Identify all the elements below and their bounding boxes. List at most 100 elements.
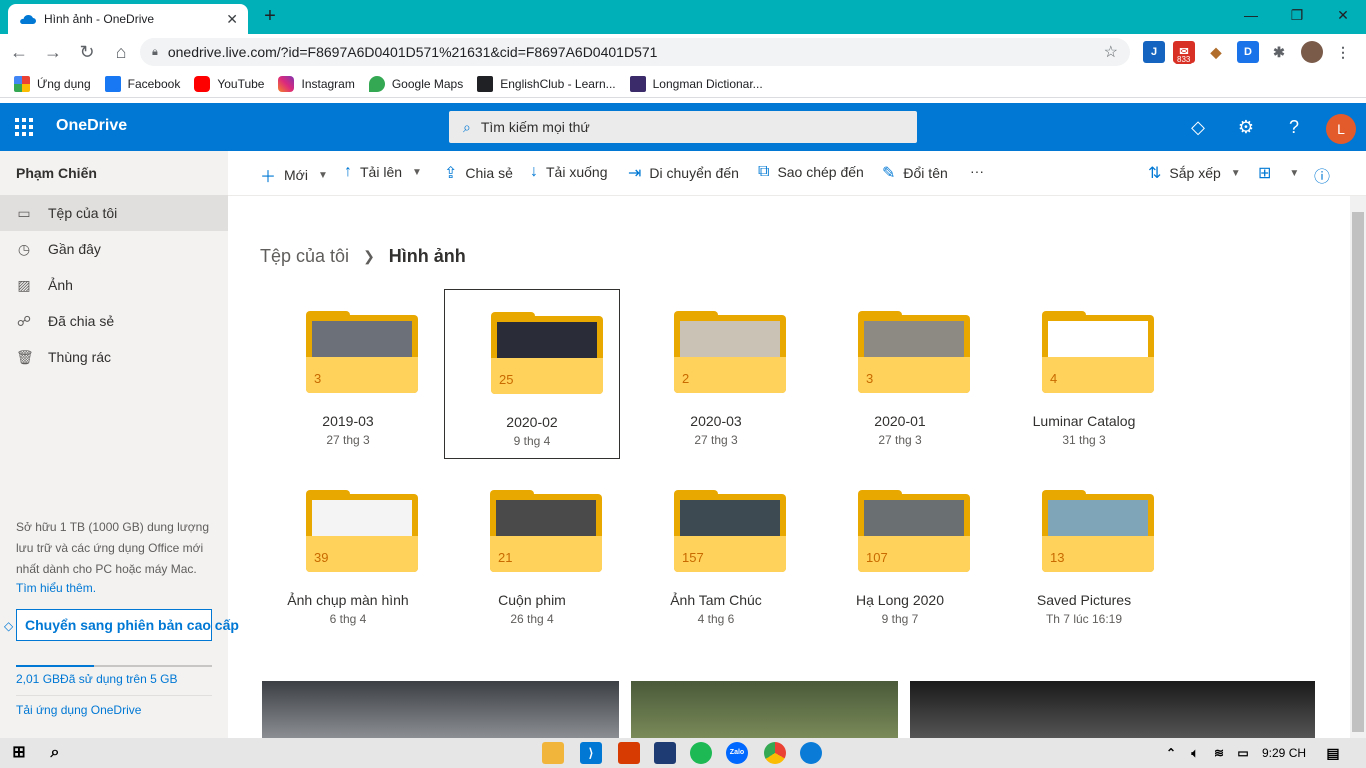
extension-cookie-icon[interactable]: ◆ [1205,41,1227,63]
folder-tile[interactable]: 157 Ảnh Tam Chúc 4 thg 6 [628,468,804,638]
profile-avatar[interactable] [1301,41,1323,63]
photo-thumbnail[interactable] [262,681,619,738]
upgrade-premium-button[interactable]: Chuyển sang phiên bản cao cấp [16,609,239,641]
folder-icon: 157 [674,490,786,572]
folder-icon: 25 [491,312,603,394]
people-icon: ☍ [16,313,32,329]
folder-tab [1042,311,1086,321]
folder-tile[interactable]: 3 2020-01 27 thg 3 [812,289,988,459]
chevron-up-icon[interactable]: ⌃ [1160,742,1182,764]
premium-diamond-icon[interactable]: ◇ [1186,115,1210,139]
folder-icon: 13 [1042,490,1154,572]
chevron-down-icon: ▼ [1289,167,1300,179]
back-icon[interactable]: ← [4,37,34,67]
sidebar-item-my-files[interactable]: ▭ Tệp của tôi [0,195,228,231]
sort-icon: ⇅ [1148,165,1162,182]
home-icon[interactable]: ⌂ [106,37,136,67]
folder-icon: 3 [306,311,418,393]
bookmark-englishclub[interactable]: EnglishClub - Learn... [477,75,616,92]
folder-tile[interactable]: 21 Cuộn phim 26 thg 4 [444,468,620,638]
zalo-icon[interactable]: Zalo [726,742,748,764]
bookmark-youtube[interactable]: YouTube [194,75,264,92]
item-count: 107 [866,550,888,565]
folder-tile[interactable]: 107 Hạ Long 2020 9 thg 7 [812,468,988,638]
bookmark-longman[interactable]: Longman Dictionar... [629,75,763,92]
sidebar-item-photos[interactable]: ▨ Ảnh [0,267,228,303]
sidebar-item-recent[interactable]: ◷ Gần đây [0,231,228,267]
sidebar-item-recycle-bin[interactable]: 🗑︎ Thùng rác [0,339,228,375]
new-button[interactable]: ＋ Mới ▼ [260,163,328,187]
extension-j-icon[interactable]: J [1143,41,1165,63]
view-switcher-button[interactable]: ⊞ ▼ [1258,163,1299,183]
bookmark-apps[interactable]: Ứng dụng [14,75,91,92]
app-launcher-icon[interactable] [14,117,34,137]
photo-thumbnail[interactable] [910,681,1315,738]
info-button[interactable]: ⓘ [1314,163,1338,187]
bookmark-facebook[interactable]: Facebook [104,75,180,92]
folder-tile[interactable]: 25 2020-02 9 thg 4 [444,289,620,459]
photo-thumbnail[interactable] [631,681,898,738]
close-tab-icon[interactable]: ✕ [226,11,238,28]
battery-icon[interactable]: ▭ [1232,742,1254,764]
folder-icon: 3 [858,311,970,393]
restore-button[interactable]: ❐ [1274,0,1320,30]
share-icon: ⇪ [444,165,458,182]
search-placeholder: Tìm kiếm mọi thứ [480,119,590,135]
folder-tile[interactable]: 2 2020-03 27 thg 3 [628,289,804,459]
close-window-button[interactable]: ✕ [1320,0,1366,30]
settings-gear-icon[interactable]: ⚙ [1234,115,1258,139]
vscode-icon[interactable]: ⟩ [580,742,602,764]
edge-icon[interactable] [800,742,822,764]
minimize-button[interactable]: — [1228,0,1274,30]
url-field[interactable]: 🔒︎ onedrive.live.com/?id=F8697A6D0401D57… [140,38,1130,66]
forward-icon[interactable]: → [38,37,68,67]
folder-tile[interactable]: 3 2019-03 27 thg 3 [260,289,436,459]
scrollbar-thumb[interactable] [1352,212,1364,732]
folder-tile[interactable]: 13 Saved Pictures Th 7 lúc 16:19 [996,468,1172,638]
share-button[interactable]: ⇪ Chia sẻ [444,163,513,183]
chrome-icon[interactable] [764,742,786,764]
learn-more-link[interactable]: Tìm hiểu thêm. [16,581,96,595]
account-avatar[interactable]: L [1326,114,1356,144]
extension-d-icon[interactable]: D [1237,41,1259,63]
breadcrumb-root[interactable]: Tệp của tôi [260,246,349,267]
file-explorer-icon[interactable] [542,742,564,764]
storage-quota-text[interactable]: 2,01 GBĐã sử dụng trên 5 GB [16,672,177,686]
folder-name: Ảnh Tam Chúc [670,592,762,608]
bookmark-star-icon[interactable]: ☆ [1104,42,1118,62]
new-tab-button[interactable]: + [258,6,282,28]
rename-button[interactable]: ✎ Đổi tên [882,163,948,183]
folder-tab [491,312,535,322]
app-icon[interactable] [654,742,676,764]
volume-icon[interactable]: 🔈︎ [1184,742,1206,764]
search-icon[interactable]: ⌕ [44,742,66,764]
apps-grid-icon [14,75,30,92]
bookmark-instagram[interactable]: Instagram [278,75,355,92]
app-title[interactable]: OneDrive [56,117,127,135]
more-actions-button[interactable]: ··· [970,163,984,179]
help-icon[interactable]: ? [1282,115,1306,139]
reload-icon[interactable]: ↻ [72,37,102,67]
wifi-icon[interactable]: ≋ [1208,742,1230,764]
bookmark-google-maps[interactable]: Google Maps [368,75,463,92]
app-icon[interactable] [618,742,640,764]
sidebar-item-shared[interactable]: ☍ Đã chia sẻ [0,303,228,339]
clock[interactable]: 9:29 CH [1262,746,1306,760]
notifications-icon[interactable]: ▤ [1322,742,1344,764]
sort-button[interactable]: ⇅ Sắp xếp ▼ [1148,163,1241,183]
copy-to-button[interactable]: ⧉ Sao chép đến [758,163,864,181]
browser-tab[interactable]: Hình ảnh - OneDrive ✕ [8,4,248,34]
folder-tile[interactable]: 4 Luminar Catalog 31 thg 3 [996,289,1172,459]
extensions-puzzle-icon[interactable]: ✱ [1268,41,1290,63]
upload-button[interactable]: ↑ Tải lên ▼ [344,163,422,181]
facebook-icon [104,75,121,92]
windows-start-icon[interactable]: ⊞ [8,742,30,764]
spotify-icon[interactable] [690,742,712,764]
search-input[interactable]: ⌕ Tìm kiếm mọi thứ [449,111,917,143]
move-to-button[interactable]: ⇥ Di chuyển đến [628,163,739,183]
item-count: 39 [314,550,329,565]
get-app-link[interactable]: Tải ứng dụng OneDrive [16,703,141,717]
folder-tile[interactable]: 39 Ảnh chụp màn hình 6 thg 4 [260,468,436,638]
chrome-menu-icon[interactable]: ⋮ [1332,41,1354,63]
download-button[interactable]: ↓ Tải xuống [530,163,607,181]
